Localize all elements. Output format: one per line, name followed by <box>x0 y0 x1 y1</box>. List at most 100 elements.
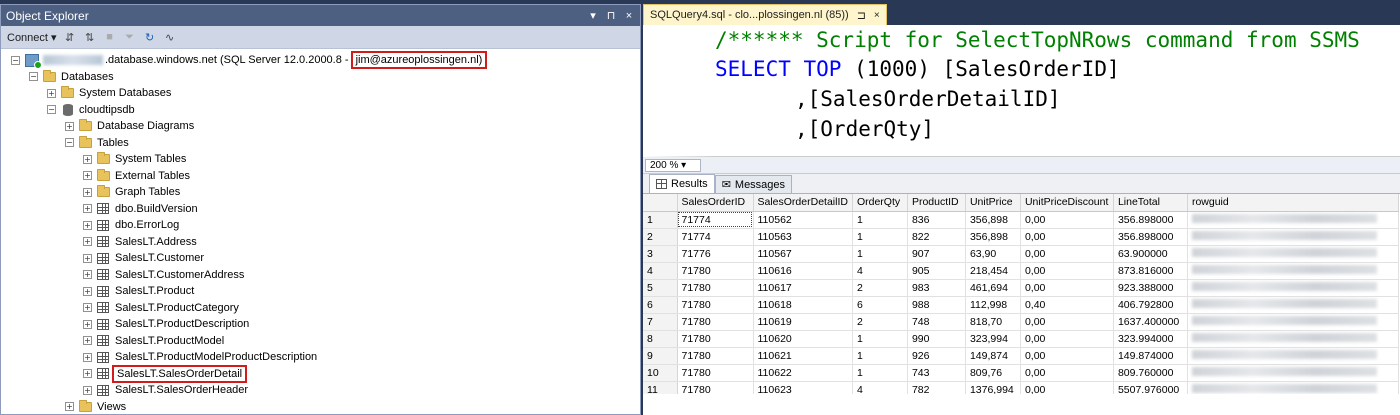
tree-node-system-databases[interactable]: + System Databases <box>1 85 640 102</box>
close-icon[interactable]: × <box>622 10 636 22</box>
table-row[interactable]: 5 71780 110617 2 983 461,694 0,00 923.388000 <box>643 279 1399 297</box>
table-cell[interactable]: 0,00 <box>1020 245 1114 263</box>
tab-messages[interactable]: ✉ Messages <box>714 175 793 193</box>
table-cell[interactable]: 110567 <box>753 245 853 263</box>
expand-toggle-icon[interactable]: + <box>83 352 92 362</box>
expand-toggle-icon[interactable]: + <box>83 270 92 280</box>
table-cell[interactable]: 71780 <box>677 262 754 280</box>
expand-toggle-icon[interactable]: + <box>83 336 92 346</box>
refresh-icon[interactable]: ↻ <box>143 30 157 44</box>
expand-toggle-icon[interactable]: + <box>65 121 74 131</box>
row-number[interactable]: 1 <box>643 211 678 229</box>
table-cell[interactable]: 356,898 <box>965 228 1021 246</box>
table-cell[interactable]: 461,694 <box>965 279 1021 297</box>
redacted-rowguid-cell[interactable] <box>1187 330 1399 348</box>
expand-toggle-icon[interactable]: + <box>83 253 92 263</box>
collapse-toggle-icon[interactable]: − <box>47 105 56 115</box>
dropdown-icon[interactable]: ▾ <box>586 9 600 22</box>
table-cell[interactable]: 71780 <box>677 364 754 382</box>
expand-toggle-icon[interactable]: + <box>47 88 56 98</box>
table-cell[interactable]: 1 <box>852 347 908 365</box>
redacted-rowguid-cell[interactable] <box>1187 228 1399 246</box>
table-cell[interactable]: 743 <box>907 364 966 382</box>
table-cell[interactable]: 988 <box>907 296 966 314</box>
expand-toggle-icon[interactable]: + <box>83 171 92 181</box>
table-cell[interactable]: 1637.400000 <box>1113 313 1188 331</box>
expand-toggle-icon[interactable]: + <box>83 204 92 214</box>
table-cell[interactable]: 5507.976000 <box>1113 381 1188 394</box>
table-cell[interactable]: 0,00 <box>1020 262 1114 280</box>
expand-toggle-icon[interactable]: + <box>83 286 92 296</box>
expand-toggle-icon[interactable]: + <box>83 303 92 313</box>
table-cell[interactable]: 110562 <box>753 211 853 229</box>
column-header[interactable]: rowguid <box>1187 194 1399 212</box>
table-row[interactable]: 4 71780 110616 4 905 218,454 0,00 873.816000 <box>643 262 1399 280</box>
table-row[interactable]: 10 71780 110622 1 743 809,76 0,00 809.760000 <box>643 364 1399 382</box>
table-cell[interactable]: 110621 <box>753 347 853 365</box>
redacted-rowguid-cell[interactable] <box>1187 296 1399 314</box>
table-cell[interactable]: 782 <box>907 381 966 394</box>
table-cell[interactable]: 809.760000 <box>1113 364 1188 382</box>
table-cell[interactable]: 1 <box>852 211 908 229</box>
table-cell[interactable]: 818,70 <box>965 313 1021 331</box>
collapse-toggle-icon[interactable]: − <box>29 72 38 82</box>
tree-node-saleslt-address[interactable]: + SalesLT.Address <box>1 234 640 251</box>
pin-icon[interactable]: ⊐ <box>857 9 866 22</box>
table-cell[interactable]: 71774 <box>677 228 754 246</box>
expand-toggle-icon[interactable]: + <box>83 220 92 230</box>
table-cell[interactable]: 110620 <box>753 330 853 348</box>
column-header[interactable]: ProductID <box>907 194 966 212</box>
tree-node-views[interactable]: + Views <box>1 399 640 415</box>
table-cell[interactable]: 926 <box>907 347 966 365</box>
pin-icon[interactable]: ⊓ <box>604 9 618 22</box>
table-row[interactable]: 1 71774 110562 1 836 356,898 0,00 356.898000 <box>643 211 1399 229</box>
table-cell[interactable]: 110618 <box>753 296 853 314</box>
tree-node-saleslt-productdescription[interactable]: + SalesLT.ProductDescription <box>1 316 640 333</box>
disconnect-plug-icon[interactable]: ⇅ <box>83 30 97 44</box>
row-number[interactable]: 2 <box>643 228 678 246</box>
redacted-rowguid-cell[interactable] <box>1187 364 1399 382</box>
table-cell[interactable]: 907 <box>907 245 966 263</box>
table-cell[interactable]: 822 <box>907 228 966 246</box>
row-number[interactable]: 9 <box>643 347 678 365</box>
tree-node-saleslt-customer[interactable]: + SalesLT.Customer <box>1 250 640 267</box>
table-cell[interactable]: 2 <box>852 313 908 331</box>
table-cell[interactable]: 0,40 <box>1020 296 1114 314</box>
row-number[interactable]: 6 <box>643 296 678 314</box>
table-row[interactable]: 6 71780 110618 6 988 112,998 0,40 406.792800 <box>643 296 1399 314</box>
zoom-select[interactable]: 200 % ▾ <box>645 158 701 172</box>
table-cell[interactable]: 905 <box>907 262 966 280</box>
table-cell[interactable]: 110563 <box>753 228 853 246</box>
redacted-rowguid-cell[interactable] <box>1187 279 1399 297</box>
redacted-rowguid-cell[interactable] <box>1187 347 1399 365</box>
redacted-rowguid-cell[interactable] <box>1187 211 1399 229</box>
table-cell[interactable]: 0,00 <box>1020 228 1114 246</box>
results-grid[interactable]: SalesOrderID SalesOrderDetailID OrderQty Pr… <box>643 194 1400 394</box>
tree-node-external-tables[interactable]: + External Tables <box>1 168 640 185</box>
table-cell[interactable]: 323,994 <box>965 330 1021 348</box>
row-number[interactable]: 5 <box>643 279 678 297</box>
filter-icon[interactable]: ⏷ <box>123 30 137 44</box>
tree-node-graph-tables[interactable]: + Graph Tables <box>1 184 640 201</box>
tree-node-dbo-buildversion[interactable]: + dbo.BuildVersion <box>1 201 640 218</box>
close-tab-icon[interactable]: × <box>874 10 880 21</box>
table-cell[interactable]: 218,454 <box>965 262 1021 280</box>
column-header[interactable]: SalesOrderID <box>677 194 754 212</box>
table-cell[interactable]: 4 <box>852 262 908 280</box>
table-cell[interactable]: 748 <box>907 313 966 331</box>
table-cell[interactable]: 0,00 <box>1020 313 1114 331</box>
table-cell[interactable]: 71780 <box>677 347 754 365</box>
activity-monitor-icon[interactable]: ∿ <box>163 30 177 44</box>
table-cell[interactable]: 149,874 <box>965 347 1021 365</box>
query-tab[interactable]: SQLQuery4.sql - clo...plossingen.nl (85)… <box>643 4 887 25</box>
tree-node-saleslt-salesorderdetail[interactable]: + SalesLT.SalesOrderDetail <box>1 364 640 383</box>
redacted-rowguid-cell[interactable] <box>1187 262 1399 280</box>
table-cell[interactable]: 71774 <box>677 211 754 229</box>
column-header[interactable]: UnitPrice <box>965 194 1021 212</box>
table-cell[interactable]: 149.874000 <box>1113 347 1188 365</box>
table-cell[interactable]: 110619 <box>753 313 853 331</box>
table-cell[interactable]: 63.900000 <box>1113 245 1188 263</box>
tab-results[interactable]: Results <box>649 174 715 193</box>
table-cell[interactable]: 71776 <box>677 245 754 263</box>
expand-toggle-icon[interactable]: + <box>83 187 92 197</box>
